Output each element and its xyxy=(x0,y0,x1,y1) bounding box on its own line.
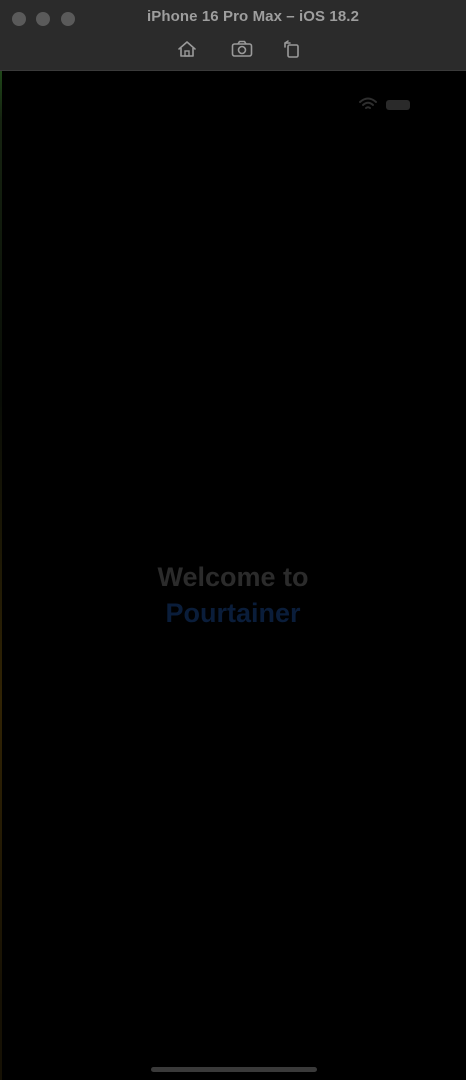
welcome-text: Welcome to xyxy=(157,562,309,592)
screenshot-icon xyxy=(231,40,253,57)
battery-icon xyxy=(386,100,410,110)
welcome-heading: Welcome to Pourtainer xyxy=(4,559,462,631)
desktop-edge xyxy=(0,0,2,1080)
home-icon xyxy=(178,41,196,57)
window-title: iPhone 16 Pro Max – iOS 18.2 xyxy=(146,8,360,25)
minimize-window-button[interactable] xyxy=(36,12,50,26)
wifi-icon xyxy=(359,97,377,109)
rotate-button[interactable] xyxy=(280,38,304,60)
home-button[interactable] xyxy=(175,38,199,60)
device-screen: Welcome to Pourtainer xyxy=(4,71,462,1080)
app-name: Pourtainer xyxy=(165,598,301,628)
maximize-window-button[interactable] xyxy=(61,12,75,26)
window-titlebar: iPhone 16 Pro Max – iOS 18.2 xyxy=(0,0,466,71)
status-bar xyxy=(358,96,418,112)
close-window-button[interactable] xyxy=(12,12,26,26)
simulator-window: iPhone 16 Pro Max – iOS 18.2 Welcome to … xyxy=(0,0,466,1080)
screenshot-button[interactable] xyxy=(230,38,254,60)
home-indicator[interactable] xyxy=(151,1067,317,1072)
rotate-icon xyxy=(284,40,299,58)
simulator-toolbar xyxy=(0,38,466,62)
